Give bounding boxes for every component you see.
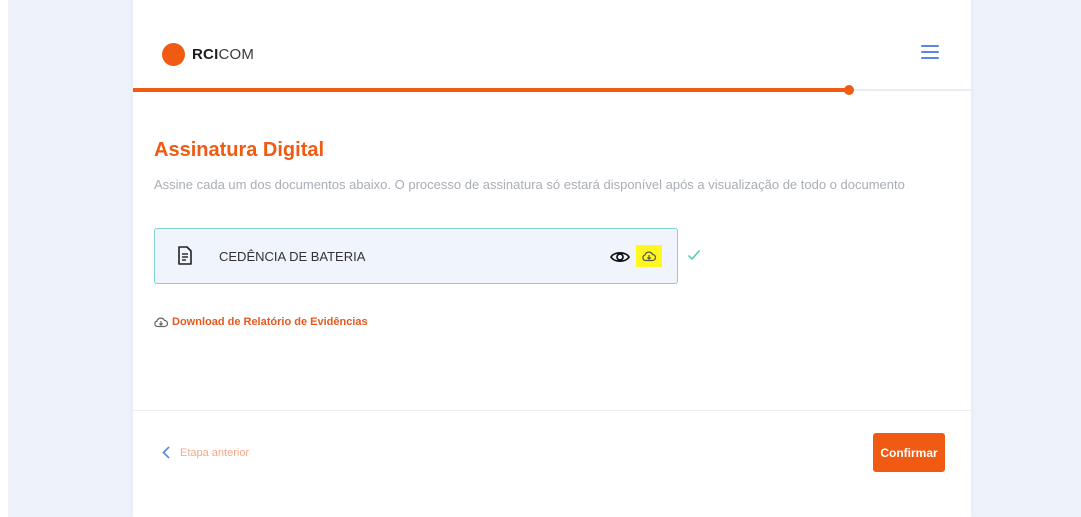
confirm-button[interactable]: Confirmar: [873, 433, 945, 472]
cloud-download-icon: [154, 317, 168, 328]
previous-step-button[interactable]: Etapa anterior: [162, 446, 249, 459]
eye-icon[interactable]: [610, 249, 630, 265]
check-icon: [687, 250, 701, 261]
download-report-link[interactable]: Download de Relatório de Evidências: [154, 316, 368, 328]
page-subtitle: Assine cada um dos documentos abaixo. O …: [154, 177, 905, 192]
menu-icon[interactable]: [921, 45, 939, 59]
document-icon: [178, 246, 192, 265]
signature-card: RCICOM Assinatura Digital Assine cada um…: [133, 0, 971, 517]
cloud-download-icon: [642, 251, 656, 262]
logo-text-bold: RCI: [192, 46, 219, 63]
chevron-left-icon: [162, 446, 170, 459]
document-name: CEDÊNCIA DE BATERIA: [219, 249, 366, 264]
previous-step-label: Etapa anterior: [180, 446, 250, 459]
logo-dot-icon: [162, 43, 185, 66]
header: RCICOM: [133, 0, 971, 95]
download-button[interactable]: [636, 245, 662, 267]
download-report-label: Download de Relatório de Evidências: [172, 316, 368, 328]
logo-text: RCICOM: [192, 46, 254, 63]
document-row[interactable]: CEDÊNCIA DE BATERIA: [154, 228, 678, 284]
progress-marker: [844, 85, 855, 95]
rcicom-logo: RCICOM: [162, 43, 254, 66]
progress-bar: [133, 85, 971, 95]
footer-divider: [133, 410, 971, 411]
page-title: Assinatura Digital: [154, 139, 325, 161]
background-strip: [0, 0, 8, 517]
logo-text-light: COM: [218, 46, 255, 63]
progress-fill: [133, 88, 850, 92]
